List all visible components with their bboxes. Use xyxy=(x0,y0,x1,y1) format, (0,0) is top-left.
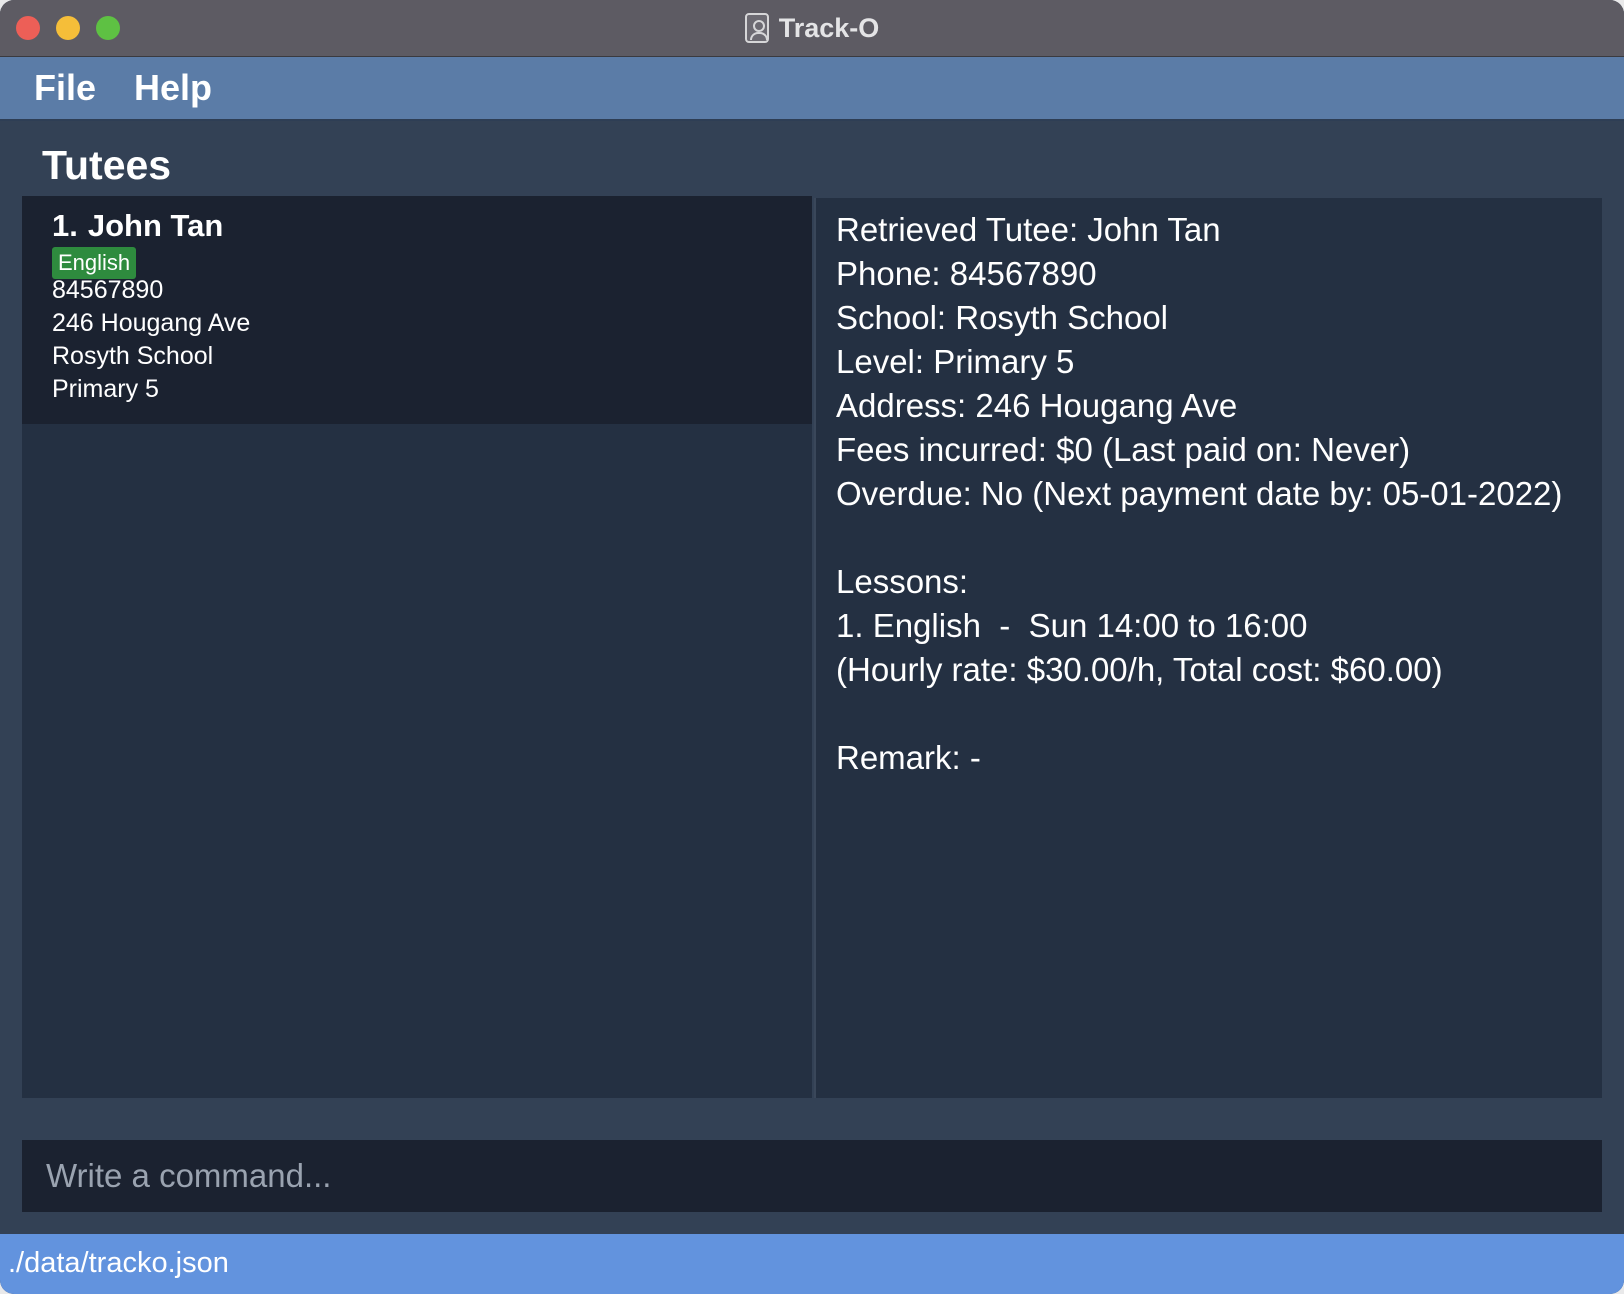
menu-file[interactable]: File xyxy=(34,67,96,109)
detail-school: School: Rosyth School xyxy=(836,299,1169,336)
tutee-card-index: 1. xyxy=(52,208,78,243)
detail-spacer xyxy=(836,692,1562,736)
detail-remark: Remark: - xyxy=(836,739,981,776)
detail-level: Level: Primary 5 xyxy=(836,343,1075,380)
tutee-card-school: Rosyth School xyxy=(52,342,214,370)
tutee-card-name-text: John Tan xyxy=(87,208,224,243)
detail-fees: Fees incurred: $0 (Last paid on: Never) xyxy=(836,431,1411,468)
detail-lesson-1: 1. English - Sun 14:00 to 16:00 xyxy=(836,607,1308,644)
tutee-card-level: Primary 5 xyxy=(52,375,159,403)
tutee-card[interactable]: 1. John Tan English 84567890 246 Hougang … xyxy=(22,196,812,424)
address-book-icon xyxy=(744,13,769,43)
tutee-list-panel[interactable]: 1. John Tan English 84567890 246 Hougang … xyxy=(22,196,812,1098)
command-input[interactable] xyxy=(22,1140,1602,1212)
menu-bar: File Help xyxy=(0,57,1624,121)
save-file-path: ./data/tracko.json xyxy=(8,1247,229,1279)
result-display-panel: Retrieved Tutee: John Tan Phone: 8456789… xyxy=(814,198,1602,1098)
detail-address: Address: 246 Hougang Ave xyxy=(836,387,1238,424)
detail-retrieved: Retrieved Tutee: John Tan xyxy=(836,211,1221,248)
window-title-group: Track-O xyxy=(0,0,1624,56)
detail-spacer xyxy=(836,516,1562,560)
detail-lessons-heading: Lessons: xyxy=(836,563,969,600)
menu-help[interactable]: Help xyxy=(134,67,212,109)
detail-overdue: Overdue: No (Next payment date by: 05-01… xyxy=(836,475,1563,512)
tutees-heading: Tutees xyxy=(42,142,172,188)
status-bar: ./data/tracko.json xyxy=(0,1234,1624,1294)
app-window: Track-O File Help Tutees 1. John Tan Engl… xyxy=(0,0,1624,1294)
tutee-card-phone: 84567890 xyxy=(52,276,164,304)
tutee-card-address: 246 Hougang Ave xyxy=(52,309,251,337)
subject-tag: English xyxy=(52,247,137,279)
window-title: Track-O xyxy=(778,12,880,43)
detail-lesson-1-rate: (Hourly rate: $30.00/h, Total cost: $60.… xyxy=(836,651,1443,688)
detail-phone: Phone: 84567890 xyxy=(836,255,1097,292)
result-display-text: Retrieved Tutee: John Tan Phone: 8456789… xyxy=(836,208,1562,780)
title-bar: Track-O xyxy=(0,0,1624,57)
tutee-card-name: 1. John Tan xyxy=(52,208,223,244)
